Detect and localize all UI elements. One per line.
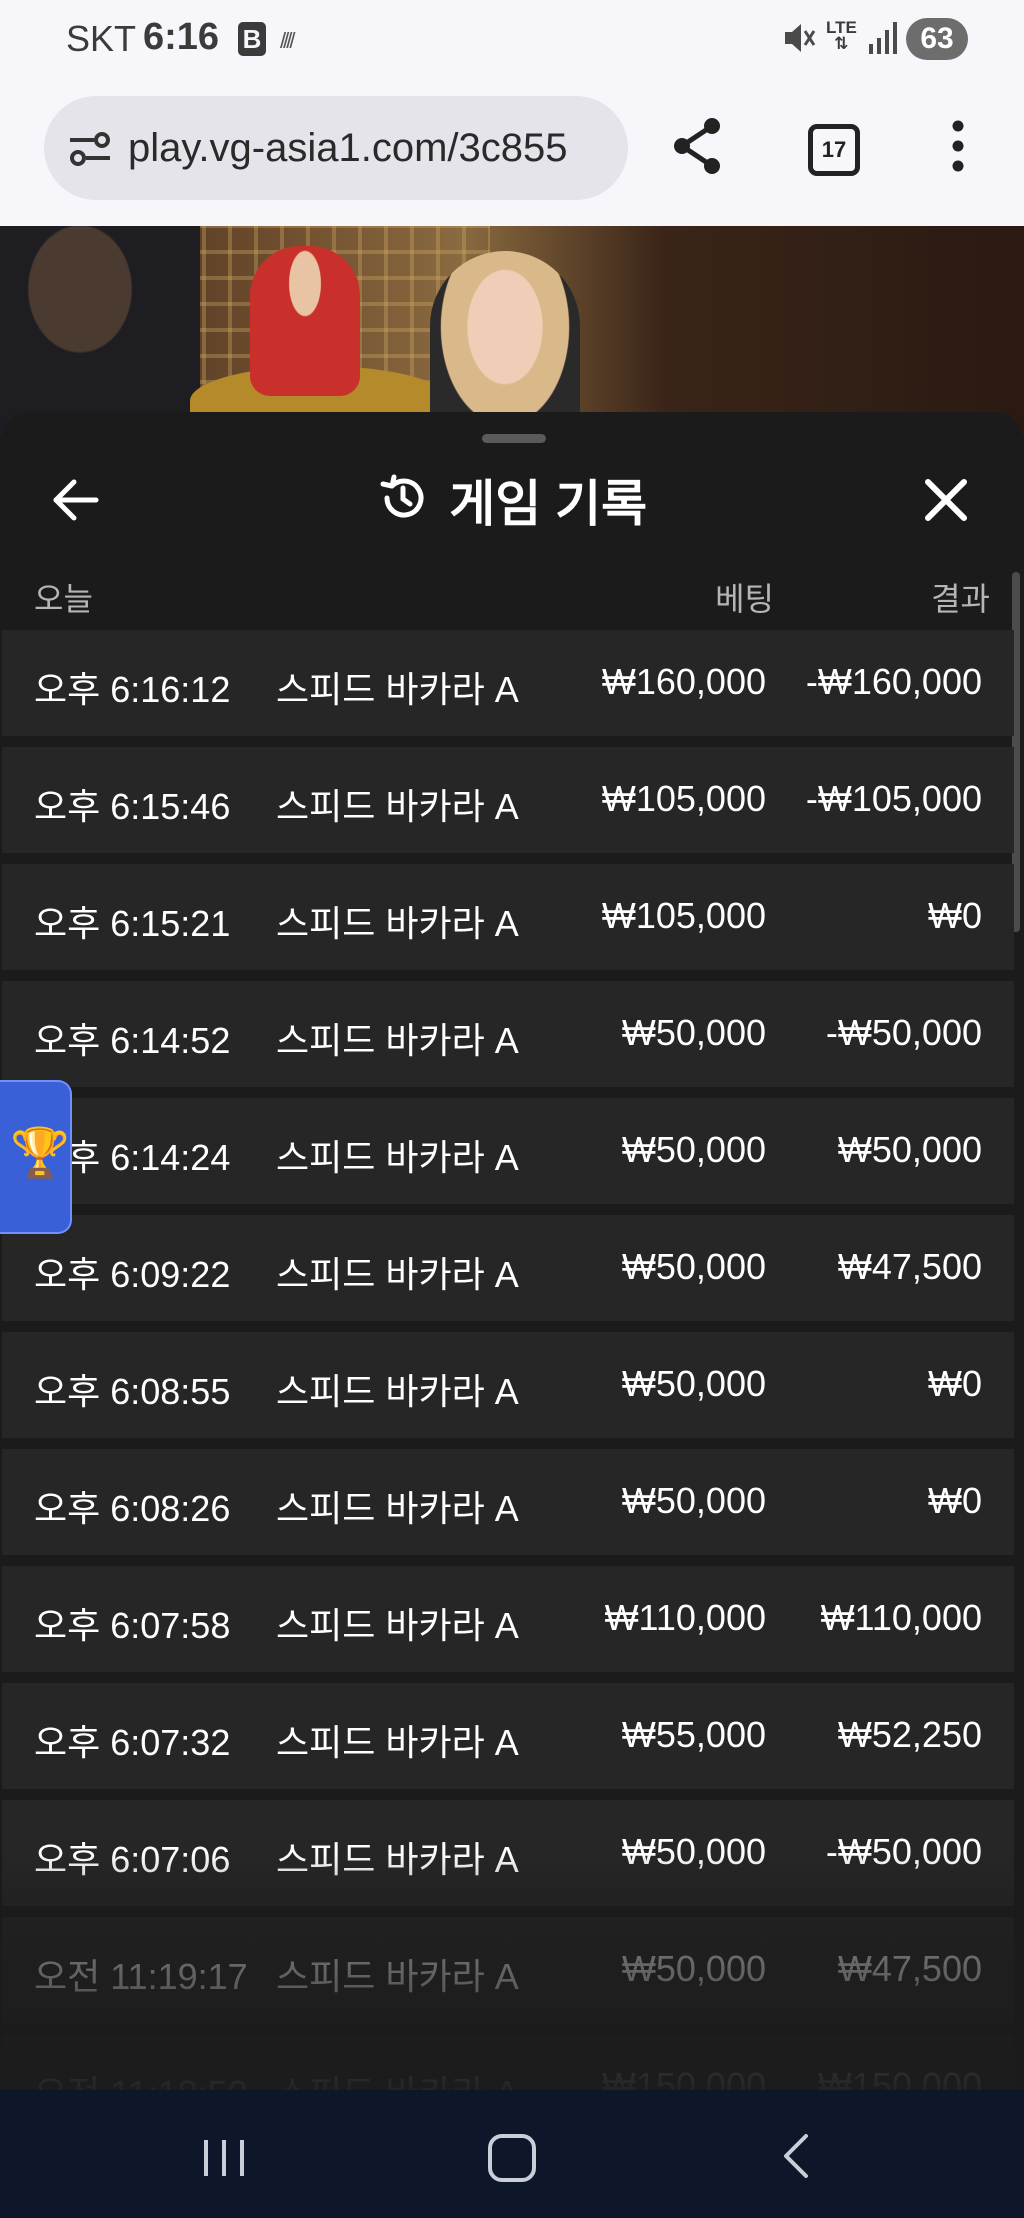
row-result-amount: -₩50,000 [825,1012,982,1053]
page-title: 게임 기록 [449,476,648,532]
close-icon[interactable] [922,476,970,529]
list-fade-overlay [2,1852,1022,2092]
recents-icon[interactable] [200,2136,248,2185]
trophy-button[interactable]: 🏆 [0,1080,72,1234]
row-time: 오후 6:15:46 [34,786,231,827]
share-icon[interactable] [670,116,726,181]
game-history-panel: 게임 기록 오늘 베팅 결과 오후 6:16:12 스피드 바카라 A ₩160,0… [2,412,1022,2092]
row-bet-amount: ₩50,000 [621,1363,766,1404]
row-time: 오후 6:08:26 [34,1488,231,1529]
row-game-name: 스피드 바카라 A [276,1722,519,1763]
site-settings-icon[interactable] [68,130,112,173]
url-text[interactable]: play.vg-asia1.com/3c855 [128,126,608,171]
history-row[interactable]: 오후 6:15:21 스피드 바카라 A ₩105,000 ₩0 [2,864,1014,970]
signal-icon [868,20,898,61]
lte-icon: LTE ⇅ [826,18,857,53]
row-game-name: 스피드 바카라 A [276,1020,519,1061]
carrier-label: SKT [66,18,137,59]
video-dealer-background [250,246,360,396]
row-game-name: 스피드 바카라 A [276,1137,519,1178]
tab-switcher-button[interactable]: 17 [808,124,860,176]
drag-handle[interactable] [482,434,546,443]
row-result-amount: -₩105,000 [805,778,982,819]
home-icon[interactable] [488,2134,536,2182]
row-time: 오후 6:08:55 [34,1371,231,1412]
row-bet-amount: ₩50,000 [621,1129,766,1170]
row-result-amount: ₩47,500 [837,1246,982,1287]
panel-header: 게임 기록 [2,464,1022,536]
back-nav-icon[interactable] [780,2132,812,2185]
row-time: 오후 6:15:21 [34,903,231,944]
live-video-stream [0,226,1024,436]
row-bet-amount: ₩55,000 [621,1714,766,1755]
browser-toolbar: play.vg-asia1.com/3c855 17 [0,80,1024,226]
row-game-name: 스피드 바카라 A [276,1605,519,1646]
history-row[interactable]: 오후 6:09:22 스피드 바카라 A ₩50,000 ₩47,500 [2,1215,1014,1321]
history-row[interactable]: 오후 6:08:26 스피드 바카라 A ₩50,000 ₩0 [2,1449,1014,1555]
more-vertical-icon[interactable] [950,116,966,181]
notification-dots-icon: //// [280,28,296,53]
status-bar: SKT 6:16 B //// LTE ⇅ 63 [0,0,1024,80]
row-bet-amount: ₩105,000 [601,778,766,819]
row-game-name: 스피드 바카라 A [276,1488,519,1529]
row-time: 오후 6:14:52 [34,1020,231,1061]
history-row[interactable]: 오후 6:07:32 스피드 바카라 A ₩55,000 ₩52,250 [2,1683,1014,1789]
history-row[interactable]: 오후 6:14:24 스피드 바카라 A ₩50,000 ₩50,000 [2,1098,1014,1204]
row-result-amount: ₩0 [928,1480,982,1521]
row-bet-amount: ₩50,000 [621,1480,766,1521]
history-row[interactable]: 오후 6:14:52 스피드 바카라 A ₩50,000 -₩50,000 [2,981,1014,1087]
row-time: 오후 6:09:22 [34,1254,231,1295]
row-bet-amount: ₩50,000 [621,1012,766,1053]
history-row[interactable]: 오후 6:16:12 스피드 바카라 A ₩160,000 -₩160,000 [2,630,1014,736]
clock: 6:16 [143,16,220,58]
row-bet-amount: ₩110,000 [604,1597,766,1638]
trophy-icon: 🏆 [10,1127,70,1180]
network-label: LTE [826,18,857,37]
row-bet-amount: ₩105,000 [601,895,766,936]
history-row[interactable]: 오후 6:15:46 스피드 바카라 A ₩105,000 -₩105,000 [2,747,1014,853]
system-nav-bar [0,2090,1024,2218]
row-result-amount: ₩110,000 [820,1597,982,1638]
history-icon [377,472,429,529]
row-game-name: 스피드 바카라 A [276,903,519,944]
history-row[interactable]: 오후 6:07:58 스피드 바카라 A ₩110,000 ₩110,000 [2,1566,1014,1672]
history-row[interactable]: 오후 6:08:55 스피드 바카라 A ₩50,000 ₩0 [2,1332,1014,1438]
row-game-name: 스피드 바카라 A [276,1371,519,1412]
row-result-amount: -₩160,000 [805,661,982,702]
row-time: 오후 6:16:12 [34,669,231,710]
battery-indicator: 63 [906,18,968,60]
mute-icon [782,20,816,61]
video-dealer [430,251,580,436]
column-header-date: 오늘 [34,581,93,617]
row-time: 오후 6:07:32 [34,1722,231,1763]
row-game-name: 스피드 바카라 A [276,669,519,710]
row-bet-amount: ₩160,000 [601,661,766,702]
video-player-figure [0,226,200,436]
row-result-amount: ₩50,000 [837,1129,982,1170]
column-header-result: 결과 [931,581,990,617]
row-result-amount: ₩52,250 [837,1714,982,1755]
row-time: 오후 6:07:58 [34,1605,231,1646]
address-bar[interactable]: play.vg-asia1.com/3c855 [44,96,628,200]
row-result-amount: ₩0 [928,1363,982,1404]
row-bet-amount: ₩50,000 [621,1246,766,1287]
app-notification-icon: B [238,22,266,56]
row-game-name: 스피드 바카라 A [276,786,519,827]
row-game-name: 스피드 바카라 A [276,1254,519,1295]
row-result-amount: ₩0 [928,895,982,936]
column-header-bet: 베팅 [715,581,774,617]
